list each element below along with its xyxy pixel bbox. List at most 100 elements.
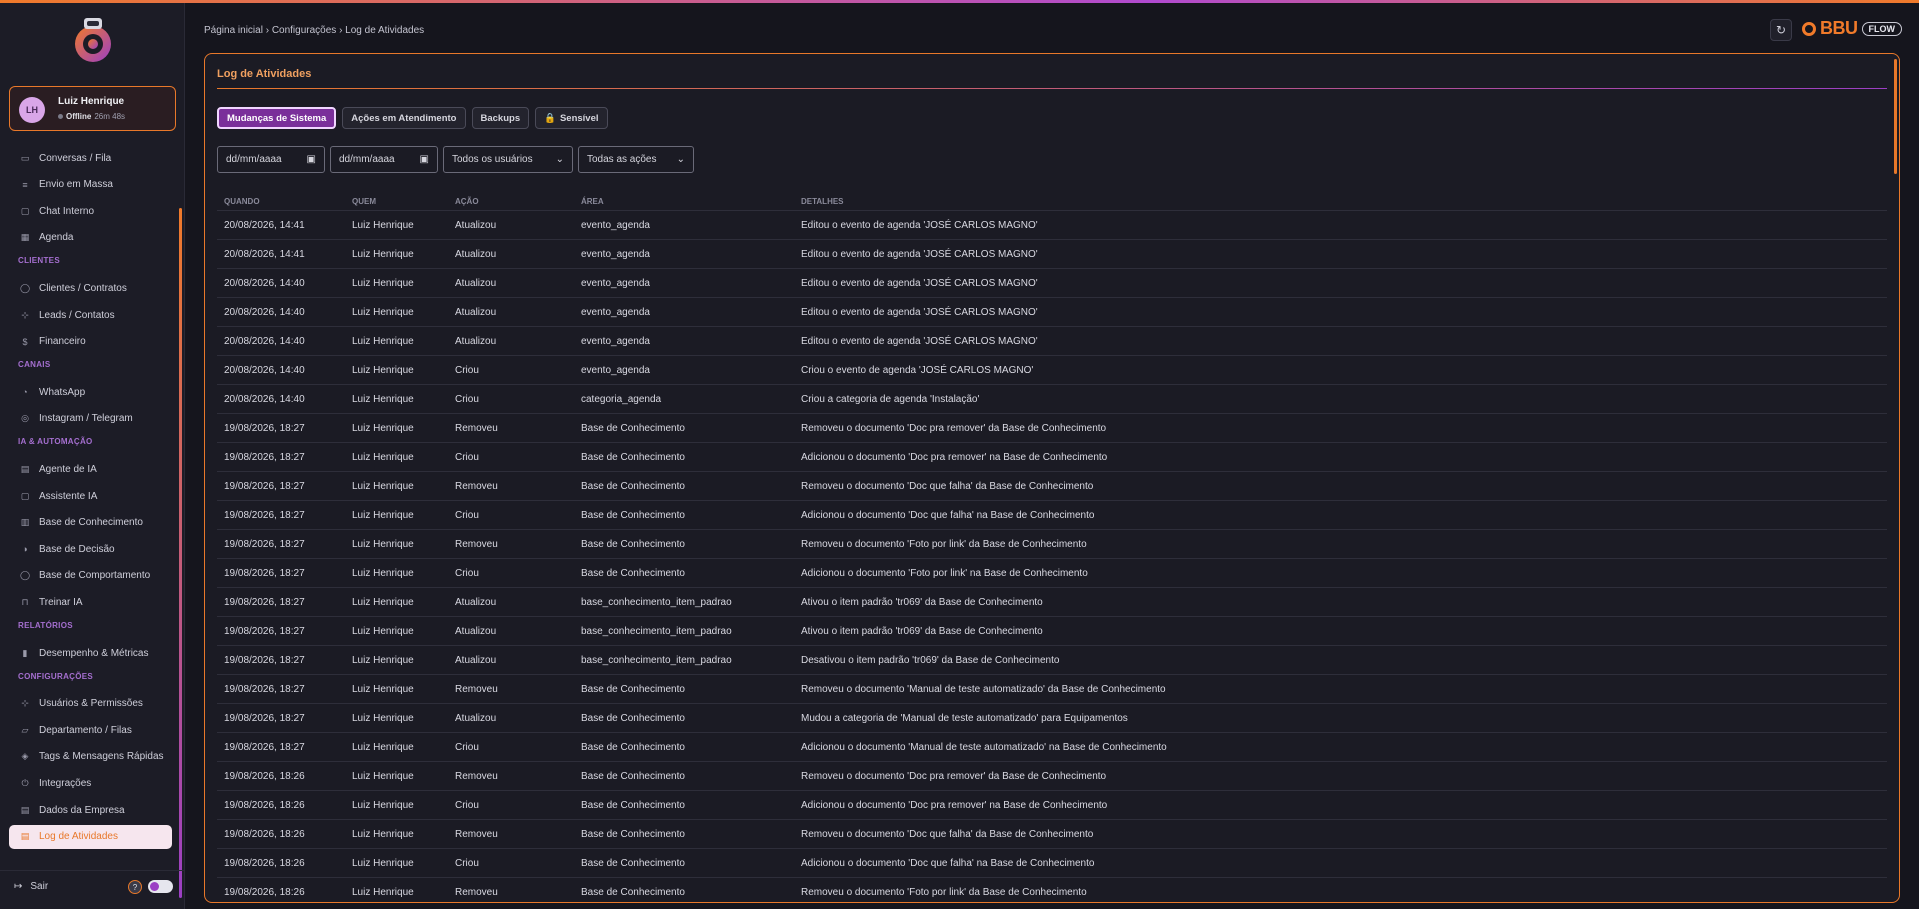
sidebar-item-instagram-telegram[interactable]: ◎ Instagram / Telegram <box>9 407 172 431</box>
table-row[interactable]: 19/08/2026, 18:27 Luiz Henrique Criou Base … <box>217 500 1887 529</box>
sidebar-item-label: Conversas / Fila <box>39 152 112 164</box>
table-row[interactable]: 19/08/2026, 18:27 Luiz Henrique Removeu Bas… <box>217 529 1887 558</box>
sidebar-item-label: Agenda <box>39 232 74 244</box>
list-icon: ≡ <box>22 179 28 190</box>
cell-area: Base de Conhecimento <box>581 829 685 840</box>
sidebar-item-tags-mensagens-rápidas[interactable]: ◈ Tags & Mensagens Rápidas <box>9 745 172 769</box>
date-from-input[interactable]: dd/mm/aaaa ▣ <box>217 146 325 173</box>
sidebar-item-base-de-conhecimento[interactable]: ▥ Base de Conhecimento <box>9 511 172 535</box>
table-row[interactable]: 19/08/2026, 18:27 Luiz Henrique Atualizou B… <box>217 703 1887 732</box>
table-row[interactable]: 19/08/2026, 18:27 Luiz Henrique Criou Base … <box>217 558 1887 587</box>
cell-acao: Atualizou <box>455 597 497 608</box>
status-text: Offline <box>66 112 92 121</box>
sidebar-item-departamento-filas[interactable]: ▱ Departamento / Filas <box>9 718 172 742</box>
sidebar-item-chat-interno[interactable]: ▢ Chat Interno <box>9 199 172 223</box>
sidebar-item-clientes-contratos[interactable]: ◯ Clientes / Contratos <box>9 276 172 300</box>
table-row[interactable]: 19/08/2026, 18:26 Luiz Henrique Removeu Bas… <box>217 819 1887 848</box>
sidebar-item-conversas-fila[interactable]: ▭ Conversas / Fila <box>9 146 172 170</box>
sidebar-item-usuários-permissões[interactable]: ⊹ Usuários & Permissões <box>9 692 172 716</box>
col-header-detalhes: DETALHES <box>801 197 844 206</box>
table-row[interactable]: 19/08/2026, 18:27 Luiz Henrique Atualizou b… <box>217 616 1887 645</box>
sidebar-item-agente-de-ia[interactable]: ▤ Agente de IA <box>9 457 172 481</box>
sidebar-item-leads-contatos[interactable]: ⊹ Leads / Contatos <box>9 303 172 327</box>
sidebar-item-envio-em-massa[interactable]: ≡ Envio em Massa <box>9 173 172 197</box>
help-button[interactable]: ? <box>128 880 142 894</box>
sidebar-item-label: Chat Interno <box>39 205 95 217</box>
cell-quando: 19/08/2026, 18:26 <box>224 887 305 898</box>
chat-icon: ▭ <box>20 152 30 163</box>
table-row[interactable]: 19/08/2026, 18:26 Luiz Henrique Removeu Bas… <box>217 877 1887 902</box>
table-row[interactable]: 20/08/2026, 14:40 Luiz Henrique Atualizou e… <box>217 326 1887 355</box>
sidebar-item-base-de-decisão[interactable]: ◑ Base de Decisão <box>9 537 172 561</box>
sidebar-item-desempenho-métricas[interactable]: ▮ Desempenho & Métricas <box>9 641 172 665</box>
actions-select[interactable]: Todas as ações ⌄ <box>578 146 694 173</box>
cell-area: evento_agenda <box>581 307 650 318</box>
page-title: Log de Atividades <box>217 68 312 80</box>
sidebar-item-label: Leads / Contatos <box>39 309 115 321</box>
cell-quem: Luiz Henrique <box>352 220 414 231</box>
cell-area: categoria_agenda <box>581 394 662 405</box>
cell-acao: Removeu <box>455 829 498 840</box>
table-row[interactable]: 19/08/2026, 18:27 Luiz Henrique Criou Base … <box>217 442 1887 471</box>
user-plus-icon: ⊹ <box>21 309 29 320</box>
table-row[interactable]: 19/08/2026, 18:26 Luiz Henrique Removeu Bas… <box>217 761 1887 790</box>
refresh-button[interactable]: ↻ <box>1770 19 1792 41</box>
table-row[interactable]: 19/08/2026, 18:26 Luiz Henrique Criou Base … <box>217 848 1887 877</box>
date-to-input[interactable]: dd/mm/aaaa ▣ <box>330 146 438 173</box>
chevron-down-icon: ⌄ <box>676 154 685 165</box>
sidebar-item-integrações[interactable]: ⏻ Integrações <box>9 771 172 795</box>
cell-quem: Luiz Henrique <box>352 626 414 637</box>
cell-area: evento_agenda <box>581 278 650 289</box>
theme-toggle[interactable] <box>148 880 173 893</box>
sidebar-item-treinar-ia[interactable]: ⊓ Treinar IA <box>9 590 172 614</box>
sidebar-item-whatsapp[interactable]: ◔ WhatsApp <box>9 380 172 404</box>
sidebar-item-log-de-atividades[interactable]: ▤ Log de Atividades <box>9 824 172 849</box>
sidebar-item-base-de-comportamento[interactable]: ◯ Base de Comportamento <box>9 564 172 588</box>
top-accent-line <box>0 0 1919 3</box>
cell-quem: Luiz Henrique <box>352 539 414 550</box>
logout-button[interactable]: ↦ Sair <box>14 881 48 892</box>
table-row[interactable]: 20/08/2026, 14:40 Luiz Henrique Atualizou e… <box>217 297 1887 326</box>
panel-scrollbar[interactable] <box>1894 59 1897 174</box>
table-row[interactable]: 19/08/2026, 18:27 Luiz Henrique Removeu Bas… <box>217 674 1887 703</box>
calendar-icon: ▣ <box>306 154 316 165</box>
table-row[interactable]: 19/08/2026, 18:27 Luiz Henrique Removeu Bas… <box>217 413 1887 442</box>
cell-quem: Luiz Henrique <box>352 336 414 347</box>
cell-quando: 20/08/2026, 14:40 <box>224 278 305 289</box>
sidebar-item-financeiro[interactable]: $ Financeiro <box>9 330 172 354</box>
user-icon: ◯ <box>19 570 31 581</box>
table-row[interactable]: 20/08/2026, 14:41 Luiz Henrique Atualizou e… <box>217 210 1887 239</box>
sidebar-item-dados-da-empresa[interactable]: ▤ Dados da Empresa <box>9 798 172 822</box>
table-header: QUANDO QUEM AÇÃO ÁREA DETALHES <box>217 194 1887 210</box>
cell-acao: Atualizou <box>455 249 497 260</box>
brand-o-icon <box>1802 21 1816 36</box>
tab-acoes-atendimento[interactable]: Ações em Atendimento <box>342 107 466 129</box>
table-row[interactable]: 20/08/2026, 14:40 Luiz Henrique Atualizou e… <box>217 268 1887 297</box>
table-row[interactable]: 19/08/2026, 18:27 Luiz Henrique Removeu Bas… <box>217 471 1887 500</box>
cell-area: Base de Conhecimento <box>581 539 685 550</box>
table-row[interactable]: 19/08/2026, 18:27 Luiz Henrique Atualizou b… <box>217 645 1887 674</box>
tab-sensivel[interactable]: 🔒 Sensível <box>535 107 608 129</box>
sidebar-item-agenda[interactable]: ▦ Agenda <box>9 226 172 250</box>
table-row[interactable]: 20/08/2026, 14:40 Luiz Henrique Criou event… <box>217 355 1887 384</box>
table-row[interactable]: 20/08/2026, 14:41 Luiz Henrique Atualizou e… <box>217 239 1887 268</box>
table-row[interactable]: 19/08/2026, 18:27 Luiz Henrique Criou Base … <box>217 732 1887 761</box>
tab-backups[interactable]: Backups <box>471 107 530 129</box>
users-select[interactable]: Todos os usuários ⌄ <box>443 146 573 173</box>
table-row[interactable]: 20/08/2026, 14:40 Luiz Henrique Criou categ… <box>217 384 1887 413</box>
brand-tag: FLOW <box>1861 21 1902 36</box>
sidebar-scrollbar[interactable] <box>179 208 182 898</box>
cell-quem: Luiz Henrique <box>352 684 414 695</box>
table-row[interactable]: 19/08/2026, 18:26 Luiz Henrique Criou Base … <box>217 790 1887 819</box>
sidebar-item-assistente-ia[interactable]: ▢ Assistente IA <box>9 484 172 508</box>
title-divider <box>217 88 1887 89</box>
cell-detalhes: Editou o evento de agenda 'JOSÉ CARLOS M… <box>801 336 1038 347</box>
table-row[interactable]: 19/08/2026, 18:27 Luiz Henrique Atualizou b… <box>217 587 1887 616</box>
user-card[interactable]: LH Luiz Henrique Offline 26m 48s <box>9 86 176 131</box>
cell-detalhes: Adicionou o documento 'Foto por link' na… <box>801 568 1088 579</box>
cell-quem: Luiz Henrique <box>352 481 414 492</box>
cell-area: Base de Conhecimento <box>581 713 685 724</box>
cell-detalhes: Adicionou o documento 'Doc pra remover' … <box>801 452 1108 463</box>
tab-mudancas-sistema[interactable]: Mudanças de Sistema <box>217 107 337 129</box>
cell-detalhes: Adicionou o documento 'Doc que falha' na… <box>801 510 1095 521</box>
